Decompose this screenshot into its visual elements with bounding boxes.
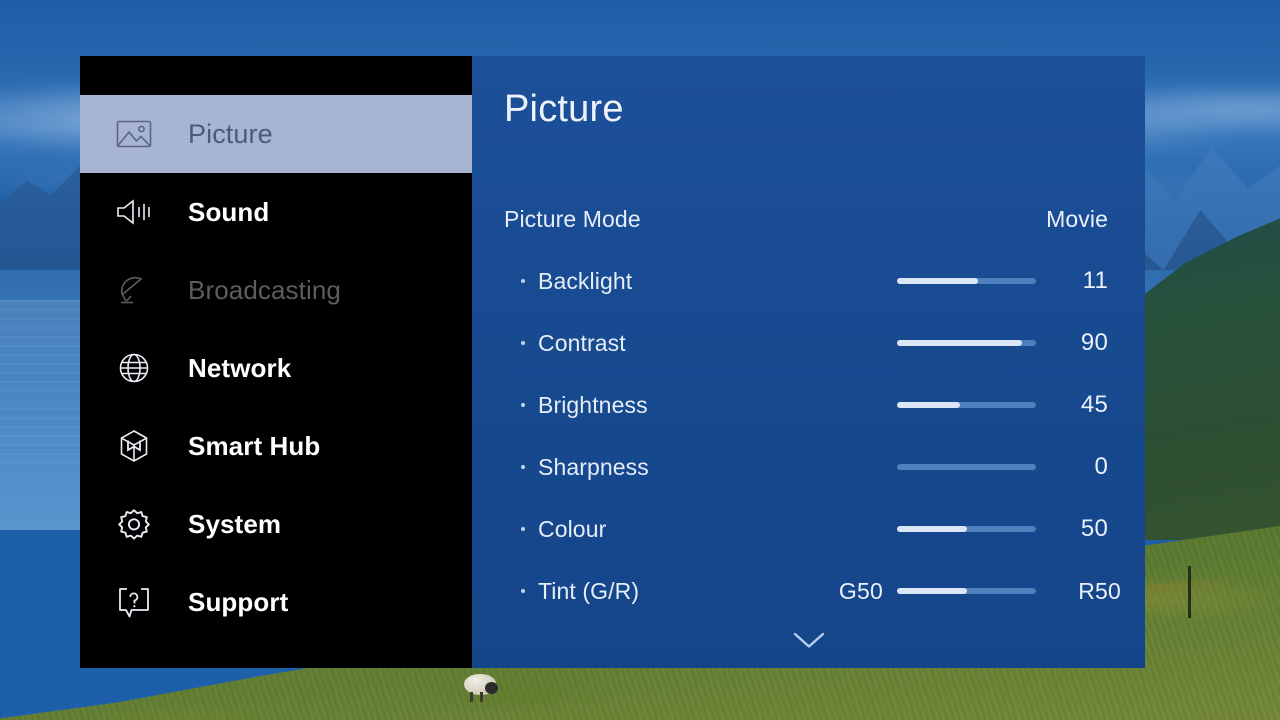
setting-label: Brightness (538, 391, 648, 418)
image-icon (107, 112, 161, 156)
setting-value: 0 (1094, 453, 1108, 480)
sidebar-item-picture[interactable]: Picture (80, 95, 472, 173)
slider-brightness[interactable] (897, 402, 1036, 408)
slider-backlight[interactable] (897, 278, 1036, 284)
tint-green-label: G50 (838, 577, 883, 604)
sidebar-item-label: Sound (188, 196, 270, 227)
setting-label: Sharpness (538, 453, 649, 480)
slider-fill (897, 526, 967, 532)
setting-value: 45 (1080, 391, 1108, 418)
sidebar-item-label: Smart Hub (188, 430, 321, 461)
setting-value: Movie (1046, 205, 1108, 232)
setting-label: Tint (G/R) (538, 577, 640, 604)
tv-screen: Picture Sound Broadcasting Network Smart… (0, 0, 1280, 720)
speaker-icon (107, 190, 161, 234)
setting-value: 90 (1080, 329, 1108, 356)
tint-red-label: R50 (1078, 577, 1121, 604)
bullet-dot (521, 465, 525, 469)
slider-sharpness[interactable] (897, 464, 1036, 470)
settings-menu-overlay: Picture Sound Broadcasting Network Smart… (80, 56, 1145, 668)
slider-fill (897, 340, 1023, 346)
slider-fill (897, 588, 967, 594)
sidebar-item-label: Support (188, 586, 289, 617)
satellite-dish-icon (107, 268, 161, 312)
bullet-dot (521, 341, 525, 345)
setting-row-sharpness[interactable]: Sharpness 0 (472, 436, 1145, 498)
slider-contrast[interactable] (897, 340, 1036, 346)
bullet-dot (521, 527, 525, 531)
chevron-down-icon[interactable] (792, 630, 826, 650)
sidebar-item-label: System (188, 508, 282, 539)
bullet-dot (521, 403, 525, 407)
slider-tint[interactable] (897, 588, 1036, 594)
settings-content-pane: Picture Picture Mode Movie Backlight 11 (472, 56, 1145, 668)
setting-row-brightness[interactable]: Brightness 45 (472, 374, 1145, 436)
setting-row-backlight[interactable]: Backlight 11 (472, 250, 1145, 312)
sidebar-item-support[interactable]: Support (80, 563, 472, 641)
sidebar-item-network[interactable]: Network (80, 329, 472, 407)
setting-value: 11 (1082, 267, 1108, 294)
sidebar-item-broadcasting[interactable]: Broadcasting (80, 251, 472, 329)
hexagon-m-icon (107, 424, 161, 468)
page-title: Picture (504, 88, 624, 130)
bullet-dot (521, 589, 525, 593)
setting-row-colour[interactable]: Colour 50 (472, 498, 1145, 560)
sidebar-item-label: Network (188, 352, 292, 383)
setting-value: 50 (1080, 515, 1108, 542)
slider-fill (897, 402, 960, 408)
globe-icon (107, 346, 161, 390)
slider-track (897, 464, 1036, 470)
settings-sidebar: Picture Sound Broadcasting Network Smart… (80, 56, 472, 668)
slider-fill (897, 278, 978, 284)
sidebar-top-strip (80, 56, 472, 95)
setting-label: Backlight (538, 267, 633, 294)
setting-row-contrast[interactable]: Contrast 90 (472, 312, 1145, 374)
sidebar-item-system[interactable]: System (80, 485, 472, 563)
settings-rows: Picture Mode Movie Backlight 11 Contrast… (472, 188, 1145, 622)
sidebar-item-label: Broadcasting (188, 274, 341, 305)
gear-icon (107, 502, 161, 546)
fence-post (1188, 566, 1191, 618)
sidebar-item-sound[interactable]: Sound (80, 173, 472, 251)
bullet-dot (521, 279, 525, 283)
sidebar-item-label: Picture (188, 118, 273, 149)
sheep (460, 672, 502, 702)
slider-colour[interactable] (897, 526, 1036, 532)
sidebar-item-smart-hub[interactable]: Smart Hub (80, 407, 472, 485)
setting-label: Contrast (538, 329, 626, 356)
help-bracket-icon (107, 580, 161, 624)
setting-row-picture-mode[interactable]: Picture Mode Movie (472, 188, 1145, 250)
setting-label: Picture Mode (504, 205, 641, 232)
sidebar-nav-list: Picture Sound Broadcasting Network Smart… (80, 95, 472, 641)
setting-row-tint[interactable]: Tint (G/R) G50 R50 (472, 560, 1145, 622)
setting-label: Colour (538, 515, 607, 542)
